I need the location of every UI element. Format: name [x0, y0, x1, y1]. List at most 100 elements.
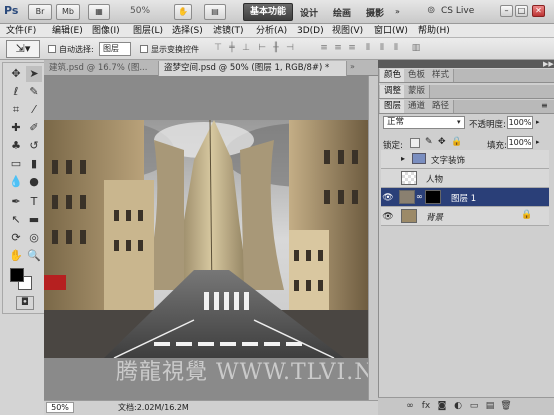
layer-visibility-empty[interactable] [382, 154, 394, 166]
dodge-tool-icon[interactable]: ● [26, 174, 42, 190]
new-layer-icon[interactable]: ▤ [484, 401, 496, 412]
align-hcenter-icon[interactable]: ╫ [270, 43, 282, 54]
workspace-photography[interactable]: 摄影 [366, 6, 384, 19]
3d-orbit-icon[interactable]: ◎ [26, 230, 42, 246]
add-mask-icon[interactable]: ◙ [436, 401, 448, 412]
layer-row-person[interactable]: 人物 [381, 169, 549, 188]
move-selected-icon[interactable]: ➤ [26, 66, 42, 82]
status-zoom-field[interactable]: 50% [46, 402, 74, 413]
zoom-tool-icon[interactable]: 🔍 [26, 248, 42, 264]
pen-tool-icon[interactable]: ✒ [8, 194, 24, 210]
crop-tool-icon[interactable]: ⌗ [8, 102, 24, 118]
gradient-icon[interactable]: ▮ [26, 156, 42, 172]
menu-help[interactable]: 帮助(H) [418, 25, 450, 37]
distribute-right-icon[interactable]: ⦀ [390, 43, 402, 54]
healing-brush-icon[interactable]: ✚ [8, 120, 24, 136]
workspace-essentials-button[interactable]: 基本功能 [243, 3, 293, 21]
menu-file[interactable]: 文件(F) [6, 25, 36, 37]
view-extras-button[interactable]: ▦ [88, 4, 110, 20]
align-top-icon[interactable]: ⊤ [212, 43, 224, 54]
eraser-icon[interactable]: ▭ [8, 156, 24, 172]
tab-layers[interactable]: 图层 [380, 100, 407, 113]
distribute-hcenter-icon[interactable]: ⦀ [376, 43, 388, 54]
shape-tool-icon[interactable]: ▬ [26, 212, 42, 228]
menu-layer[interactable]: 图层(L) [133, 25, 163, 37]
delete-layer-icon[interactable]: 🗑 [500, 401, 512, 412]
brush-tool-icon[interactable]: ✐ [26, 120, 42, 136]
opacity-chevron-icon[interactable]: ▸ [536, 118, 540, 126]
menu-filter[interactable]: 滤镜(T) [213, 25, 244, 37]
show-transform-checkbox[interactable] [140, 45, 148, 53]
layer-visibility-empty[interactable] [382, 173, 394, 185]
workspace-painting[interactable]: 绘画 [333, 6, 351, 19]
lock-move-icon[interactable]: ✥ [438, 137, 446, 147]
blend-mode-dropdown[interactable]: 正常 [383, 116, 465, 129]
zoom-level[interactable]: 50% [130, 6, 150, 16]
quick-mask-icon[interactable]: ◘ [16, 296, 34, 310]
menu-window[interactable]: 窗口(W) [374, 25, 408, 37]
fill-field[interactable]: 100% [507, 136, 533, 149]
tab-masks[interactable]: 蒙版 [404, 85, 431, 98]
adjustment-layer-icon[interactable]: ◐ [452, 401, 464, 412]
new-group-icon[interactable]: ▭ [468, 401, 480, 412]
link-layers-icon[interactable]: ∞ [404, 401, 416, 412]
canvas-image[interactable] [44, 120, 368, 358]
tab-swatches[interactable]: 色板 [404, 69, 431, 82]
tab-paths[interactable]: 路径 [428, 100, 455, 113]
maximize-button[interactable]: □ [515, 5, 528, 17]
opacity-field[interactable]: 100% [507, 116, 533, 129]
menu-image[interactable]: 图像(I) [92, 25, 120, 37]
tab-channels[interactable]: 通道 [404, 100, 431, 113]
minimize-button[interactable]: – [500, 5, 513, 17]
lasso-tool-icon[interactable]: ℓ [8, 84, 24, 100]
group-expand-icon[interactable]: ▸ [401, 154, 405, 163]
eye-icon[interactable]: 👁 [382, 192, 394, 204]
path-select-icon[interactable]: ↖ [8, 212, 24, 228]
vertical-scrollbar[interactable] [368, 76, 378, 400]
lock-transparent-icon[interactable] [410, 138, 420, 148]
tab-color[interactable]: 颜色 [380, 69, 407, 82]
tab-styles[interactable]: 样式 [428, 69, 455, 82]
menu-analysis[interactable]: 分析(A) [256, 25, 287, 37]
menu-edit[interactable]: 编辑(E) [52, 25, 83, 37]
distribute-vcenter-icon[interactable]: ≡ [332, 43, 344, 54]
hand-tool-button[interactable]: ✋ [174, 4, 192, 20]
auto-select-target-dropdown[interactable]: 图层 [99, 42, 131, 56]
quick-select-icon[interactable]: ✎ [26, 84, 42, 100]
minibridge-button[interactable]: Mb [56, 4, 80, 20]
lock-paint-icon[interactable]: ✎ [425, 137, 433, 147]
menu-select[interactable]: 选择(S) [172, 25, 203, 37]
layer-style-icon[interactable]: fx [420, 401, 432, 412]
auto-align-icon[interactable]: ▥ [410, 43, 422, 54]
menu-view[interactable]: 视图(V) [332, 25, 363, 37]
more-workspaces-icon[interactable]: » [395, 7, 400, 16]
hand-tool-icon[interactable]: ✋ [8, 248, 24, 264]
blend-mode-chevron-icon[interactable]: ▾ [457, 118, 461, 126]
move-tool-icon[interactable]: ✥ [8, 66, 24, 82]
tab-inception[interactable]: 盗梦空间.psd @ 50% (图层 1, RGB/8#) * [159, 61, 347, 76]
align-vcenter-icon[interactable]: ╪ [226, 43, 238, 54]
layer-row-layer1[interactable]: 👁 ∞ 图层 1 [381, 188, 549, 207]
link-icon[interactable]: ∞ [416, 192, 423, 201]
layer-mask-thumbnail[interactable] [425, 190, 441, 204]
tab-adjustments[interactable]: 调整 [380, 85, 407, 98]
workspace-design[interactable]: 设计 [300, 6, 318, 19]
close-button[interactable]: ✕ [532, 5, 545, 17]
history-brush-icon[interactable]: ↺ [26, 138, 42, 154]
distribute-bottom-icon[interactable]: ≡ [346, 43, 358, 54]
align-right-icon[interactable]: ⊣ [284, 43, 296, 54]
bridge-button[interactable]: Br [28, 4, 52, 20]
tab-architecture[interactable]: 建筑.psd @ 16.7% (图... [44, 61, 159, 76]
3d-rotate-icon[interactable]: ⟳ [8, 230, 24, 246]
distribute-left-icon[interactable]: ⦀ [362, 43, 374, 54]
menu-3d[interactable]: 3D(D) [297, 25, 324, 37]
clone-stamp-icon[interactable]: ♣ [8, 138, 24, 154]
layer-row-background[interactable]: 👁 背景 🔒 [381, 207, 549, 226]
panel-menu-icon[interactable]: ≡ [541, 101, 548, 110]
blur-tool-icon[interactable]: 💧 [8, 174, 24, 190]
distribute-top-icon[interactable]: ≡ [318, 43, 330, 54]
cslive-button[interactable]: CS Live [441, 6, 474, 16]
collapse-dock-icon[interactable]: ▶▶ [543, 60, 554, 68]
lock-all-icon[interactable]: 🔒 [451, 137, 462, 147]
eyedropper-icon[interactable]: ⁄ [26, 102, 42, 118]
